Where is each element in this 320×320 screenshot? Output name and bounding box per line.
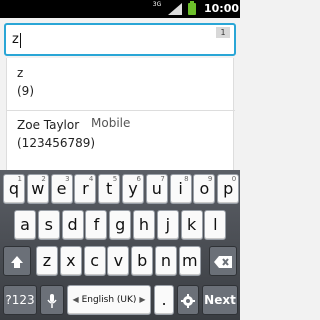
- symbols-key[interactable]: ?123: [3, 285, 37, 315]
- key-q[interactable]: 1q: [3, 174, 25, 204]
- divider: [7, 110, 235, 111]
- key-alt-6: 6: [136, 175, 141, 183]
- settings-key[interactable]: [177, 285, 199, 315]
- key-alt-8: 8: [184, 175, 189, 183]
- key-o[interactable]: 9o: [193, 174, 216, 204]
- key-alt-7: 7: [160, 175, 165, 183]
- key-alt-3: 3: [65, 175, 70, 183]
- key-x[interactable]: x: [59, 246, 82, 276]
- key-label: i: [178, 179, 183, 198]
- key-u[interactable]: 7u: [145, 174, 168, 204]
- key-alt-4: 4: [88, 175, 94, 183]
- key-j[interactable]: j: [156, 210, 179, 240]
- key-alt-5: 5: [112, 175, 118, 183]
- search-input[interactable]: z 1: [4, 23, 236, 56]
- key-l[interactable]: l: [204, 210, 227, 240]
- key-label: r: [82, 179, 89, 198]
- content-area: z 1 z (9) Zoe Taylor Mobile (123456789): [0, 18, 240, 170]
- signal-icon: [168, 3, 182, 15]
- suggestion-item[interactable]: z (9): [7, 64, 235, 100]
- mic-key[interactable]: [40, 285, 64, 315]
- key-e[interactable]: 3e: [50, 174, 73, 204]
- shift-icon: [11, 255, 23, 268]
- backspace-icon: [214, 255, 232, 268]
- key-k[interactable]: k: [180, 210, 203, 240]
- key-h[interactable]: h: [133, 210, 155, 240]
- search-input-value: z: [12, 32, 19, 47]
- text-cursor: [20, 33, 21, 48]
- contact-number: (123456789): [17, 136, 96, 150]
- clock: 10:00: [204, 2, 240, 15]
- soft-keyboard: 1q2w3e4r5t6y7u8i9o0p asdfghjkl zxcvbnm ?…: [0, 170, 240, 320]
- space-language-key[interactable]: ◀ English (UK) ▶: [67, 285, 151, 315]
- network-type: 3G: [152, 1, 162, 8]
- status-bar: 3G 10:00: [0, 0, 240, 18]
- microphone-icon: [47, 293, 57, 308]
- key-label: t: [106, 179, 113, 198]
- lang-arrow-right-icon: ▶: [139, 295, 146, 304]
- key-z[interactable]: z: [36, 246, 58, 276]
- battery-icon: [188, 1, 196, 15]
- key-n[interactable]: n: [155, 246, 177, 276]
- key-alt-2: 2: [41, 175, 46, 183]
- key-t[interactable]: 5t: [98, 174, 121, 204]
- key-c[interactable]: c: [83, 246, 106, 276]
- key-a[interactable]: a: [14, 210, 36, 240]
- key-w[interactable]: 2w: [26, 174, 49, 204]
- key-y[interactable]: 6y: [122, 174, 144, 204]
- key-m[interactable]: m: [178, 246, 201, 276]
- key-r[interactable]: 4r: [74, 174, 97, 204]
- key-p[interactable]: 0p: [217, 174, 240, 204]
- contact-number-type: Mobile: [91, 116, 131, 130]
- next-key[interactable]: Next: [202, 285, 238, 315]
- key-s[interactable]: s: [37, 210, 60, 240]
- suggestion-title: z: [17, 66, 24, 80]
- language-label: English (UK): [81, 295, 137, 305]
- suggestion-item-contact[interactable]: Zoe Taylor Mobile (123456789): [7, 116, 235, 152]
- key-d[interactable]: d: [61, 210, 84, 240]
- key-f[interactable]: f: [85, 210, 108, 240]
- key-alt-1: 1: [17, 175, 22, 183]
- shift-key[interactable]: [3, 246, 31, 276]
- lang-arrow-left-icon: ◀: [72, 295, 79, 304]
- key-b[interactable]: b: [131, 246, 154, 276]
- gear-icon: [181, 293, 195, 308]
- count-badge: 1: [216, 27, 230, 38]
- key-alt-0: 0: [231, 175, 237, 183]
- backspace-key[interactable]: [209, 246, 237, 276]
- key-g[interactable]: g: [109, 210, 132, 240]
- suggestion-list: z (9) Zoe Taylor Mobile (123456789): [6, 58, 235, 170]
- period-key[interactable]: .: [154, 285, 174, 315]
- key-alt-9: 9: [207, 175, 213, 183]
- key-i[interactable]: 8i: [169, 174, 192, 204]
- suggestion-subtitle: (9): [17, 84, 34, 98]
- key-v[interactable]: v: [107, 246, 130, 276]
